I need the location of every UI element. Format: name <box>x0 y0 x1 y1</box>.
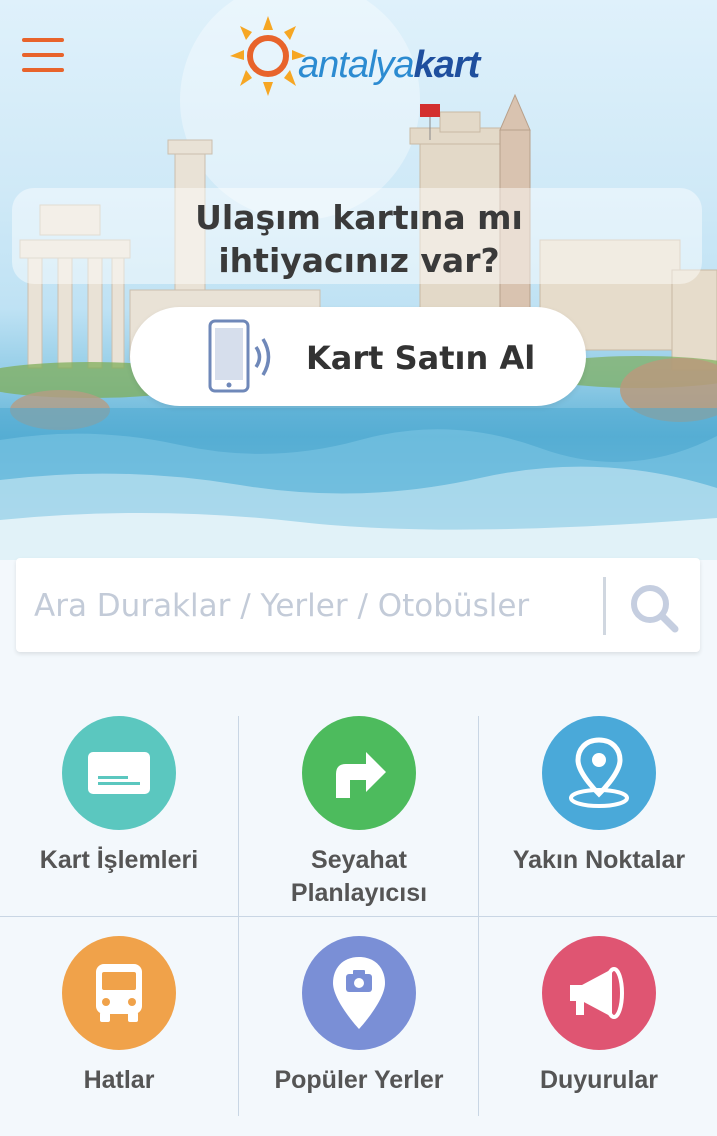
bus-icon <box>62 936 176 1050</box>
camera-pin-icon <box>302 936 416 1050</box>
menu-item-label: Popüler Yerler <box>274 1066 444 1094</box>
main-menu-grid: Kart İşlemleri Seyahat Planlayıcısı Yakı… <box>0 716 717 1116</box>
menu-item-label: Duyurular <box>539 1066 659 1094</box>
logo-wordmark: antalyakart <box>298 44 480 86</box>
hero-banner: antalyakart Ulaşım kartına mı ihtiyacını… <box>0 0 717 560</box>
buy-card-button[interactable]: Kart Satın Al <box>130 307 586 406</box>
card-icon <box>62 716 176 830</box>
menu-item-bus-lines[interactable]: Hatlar <box>0 936 238 1136</box>
menu-item-popular-places[interactable]: Popüler Yerler <box>240 936 478 1136</box>
menu-item-announcements[interactable]: Duyurular <box>480 936 717 1136</box>
menu-item-trip-planner[interactable]: Seyahat Planlayıcısı <box>240 716 478 916</box>
menu-item-label: Yakın Noktalar <box>512 846 686 874</box>
menu-item-label: Kart İşlemleri <box>39 846 199 874</box>
search-input[interactable] <box>32 580 596 632</box>
menu-item-card-operations[interactable]: Kart İşlemleri <box>0 716 238 916</box>
megaphone-icon <box>542 936 656 1050</box>
search-icon[interactable] <box>628 582 680 634</box>
route-arrow-icon <box>302 716 416 830</box>
antalyakart-logo: antalyakart <box>228 14 498 98</box>
phone-nfc-icon <box>208 319 271 393</box>
sun-logo-icon <box>230 16 306 96</box>
grid-divider <box>0 916 717 917</box>
hamburger-menu-icon[interactable] <box>22 38 64 72</box>
buy-card-label: Kart Satın Al <box>306 339 536 377</box>
location-pin-icon <box>542 716 656 830</box>
menu-item-label: Seyahat Planlayıcısı <box>290 846 428 907</box>
search-divider <box>603 577 606 635</box>
search-bar <box>16 558 700 652</box>
menu-item-label: Hatlar <box>83 1066 155 1094</box>
menu-item-nearby-points[interactable]: Yakın Noktalar <box>480 716 717 916</box>
hero-question: Ulaşım kartına mı ihtiyacınız var? <box>195 198 523 280</box>
